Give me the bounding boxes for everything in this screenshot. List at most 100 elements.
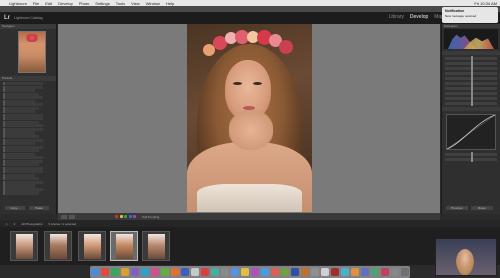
dock-app-icon[interactable]	[361, 268, 369, 276]
menu-view[interactable]: View	[131, 1, 140, 6]
histogram[interactable]	[444, 29, 498, 49]
develop-toolbar: Soft Proofing	[58, 213, 440, 220]
dock-app-icon[interactable]	[141, 268, 149, 276]
dock-app-icon[interactable]	[191, 268, 199, 276]
color-label-purple[interactable]	[133, 215, 136, 218]
copy-button[interactable]: Copy...	[5, 206, 25, 210]
navigator-header[interactable]: Navigator	[0, 24, 56, 29]
slider[interactable]	[445, 157, 497, 162]
filmstrip-bar: 1 2 All Photographs 5 photos / 1 selecte…	[0, 220, 500, 227]
menu-settings[interactable]: Settings	[95, 1, 109, 6]
previous-button[interactable]: Previous	[446, 206, 468, 210]
image-canvas[interactable]	[58, 24, 440, 213]
slider[interactable]	[445, 71, 497, 76]
dock-app-icon[interactable]	[201, 268, 209, 276]
dock-app-icon[interactable]	[151, 268, 159, 276]
notification-banner[interactable]: Notification New message received	[442, 7, 498, 23]
filmstrip	[0, 227, 500, 265]
screen-1-button[interactable]: 1	[6, 222, 8, 226]
slider[interactable]	[445, 81, 497, 86]
notification-title: Notification	[445, 9, 465, 13]
macos-dock	[90, 266, 410, 278]
paste-button[interactable]: Paste	[29, 206, 49, 210]
dock-app-icon[interactable]	[371, 268, 379, 276]
dock-app-icon[interactable]	[261, 268, 269, 276]
before-after-icon[interactable]	[69, 214, 75, 219]
catalog-name: Lightroom Catalog	[14, 16, 43, 20]
dock-app-icon[interactable]	[251, 268, 259, 276]
histogram-header[interactable]: Histogram	[442, 24, 500, 28]
tone-curve-header[interactable]	[442, 107, 500, 111]
dock-app-icon[interactable]	[391, 268, 399, 276]
module-develop[interactable]: Develop	[410, 14, 428, 20]
tone-curve[interactable]	[446, 114, 496, 150]
identity-plate: Lr Lightroom Catalog Library Develop Map	[0, 12, 500, 24]
dock-app-icon[interactable]	[241, 268, 249, 276]
slider[interactable]	[445, 76, 497, 81]
source-label[interactable]: All Photographs	[21, 222, 42, 226]
slider[interactable]	[445, 152, 497, 157]
slider[interactable]	[445, 96, 497, 101]
color-label-yellow[interactable]	[119, 215, 123, 218]
menu-develop[interactable]: Develop	[58, 1, 73, 6]
dock-app-icon[interactable]	[381, 268, 389, 276]
filmstrip-thumb[interactable]	[10, 231, 38, 261]
color-label-blue[interactable]	[128, 215, 132, 218]
dock-app-icon[interactable]	[131, 268, 139, 276]
screen-2-button[interactable]: 2	[14, 222, 16, 226]
menu-photo[interactable]: Photo	[79, 1, 89, 6]
dock-app-icon[interactable]	[281, 268, 289, 276]
menu-tools[interactable]: Tools	[116, 1, 125, 6]
dock-app-icon[interactable]	[171, 268, 179, 276]
main-photo[interactable]	[187, 24, 312, 212]
menu-edit[interactable]: Edit	[45, 1, 52, 6]
color-label-red[interactable]	[115, 215, 118, 218]
soft-proofing-label[interactable]: Soft Proofing	[142, 215, 159, 219]
dock-app-icon[interactable]	[341, 268, 349, 276]
color-label-green[interactable]	[124, 215, 127, 218]
filmstrip-thumb-selected[interactable]	[110, 231, 138, 261]
dock-app-icon[interactable]	[321, 268, 329, 276]
slider[interactable]	[445, 91, 497, 96]
dock-app-icon[interactable]	[351, 268, 359, 276]
dock-app-icon[interactable]	[161, 268, 169, 276]
tone-curve-graph	[447, 115, 495, 149]
basic-section-header[interactable]	[442, 51, 500, 55]
list-item[interactable]	[3, 191, 39, 195]
dock-app-icon[interactable]	[331, 268, 339, 276]
clock[interactable]: Fri 10:34 AM	[474, 1, 497, 6]
dock-app-icon[interactable]	[291, 268, 299, 276]
thumb-image	[16, 234, 33, 259]
menu-file[interactable]: File	[33, 1, 39, 6]
menu-help[interactable]: Help	[166, 1, 174, 6]
dock-app-icon[interactable]	[91, 268, 99, 276]
slider[interactable]	[445, 56, 497, 61]
slider[interactable]	[445, 61, 497, 66]
presets-list	[0, 81, 56, 195]
dock-app-icon[interactable]	[211, 268, 219, 276]
view-mode-icon[interactable]	[61, 214, 67, 219]
slider[interactable]	[445, 66, 497, 71]
dock-app-icon[interactable]	[231, 268, 239, 276]
photo-dress	[197, 184, 302, 212]
dock-app-icon[interactable]	[111, 268, 119, 276]
filmstrip-thumb[interactable]	[142, 231, 170, 261]
slider[interactable]	[445, 101, 497, 106]
dock-app-icon[interactable]	[101, 268, 109, 276]
module-library[interactable]: Library	[389, 14, 404, 20]
filmstrip-thumb[interactable]	[78, 231, 106, 261]
dock-app-icon[interactable]	[311, 268, 319, 276]
reset-button[interactable]: Reset	[471, 206, 493, 210]
dock-app-icon[interactable]	[121, 268, 129, 276]
filmstrip-thumb[interactable]	[44, 231, 72, 261]
dock-app-icon[interactable]	[271, 268, 279, 276]
slider[interactable]	[445, 86, 497, 91]
notification-body: New message received	[445, 14, 477, 18]
dock-app-icon[interactable]	[301, 268, 309, 276]
menu-window[interactable]: Window	[146, 1, 160, 6]
dock-app-icon[interactable]	[181, 268, 189, 276]
menu-app[interactable]: Lightroom	[9, 1, 27, 6]
dock-app-icon[interactable]	[401, 268, 409, 276]
dock-app-icon[interactable]	[221, 268, 229, 276]
navigator-preview[interactable]	[18, 31, 46, 73]
